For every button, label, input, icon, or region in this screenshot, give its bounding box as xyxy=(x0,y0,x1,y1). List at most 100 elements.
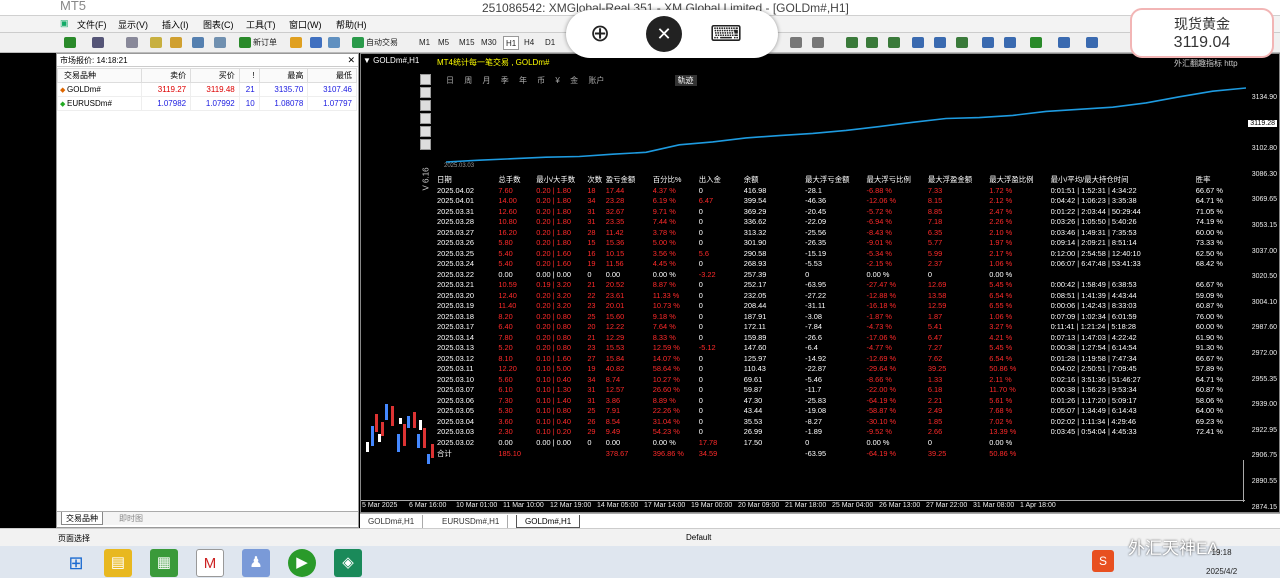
close-icon[interactable]: ✕ xyxy=(347,54,355,67)
stats-cell: 2.30 xyxy=(498,427,513,437)
signals-icon[interactable] xyxy=(310,37,322,48)
cursor-icon[interactable] xyxy=(790,37,802,48)
apps-icon[interactable]: ▦ xyxy=(150,549,178,577)
stats-col-header: 百分比% xyxy=(652,175,682,184)
zoom-in-chart-icon[interactable] xyxy=(912,37,924,48)
stats-cell: 9.18 % xyxy=(652,311,676,321)
tf-d1[interactable]: D1 xyxy=(545,36,555,50)
taskbar-clock: 19:18 2025/4/2 xyxy=(1206,548,1237,576)
keyboard-icon[interactable]: ⌨ xyxy=(708,16,744,52)
side-button-icon[interactable] xyxy=(420,100,431,111)
indicators-icon[interactable] xyxy=(1030,37,1042,48)
tf-m1[interactable]: M1 xyxy=(419,36,430,50)
stats-cell: 0 xyxy=(698,185,703,195)
templates-icon[interactable] xyxy=(1086,37,1098,48)
player-app-icon[interactable]: ▶ xyxy=(288,549,316,577)
menu-file[interactable]: 文件(F) xyxy=(77,18,107,31)
tab-tick-chart[interactable]: 即时图 xyxy=(115,512,147,525)
line-tools-icon[interactable] xyxy=(812,37,824,48)
stats-cell: 6.47 xyxy=(698,196,714,206)
profiles-icon[interactable] xyxy=(92,37,104,48)
zoom-in-icon[interactable]: ⊕ xyxy=(582,16,618,52)
col-ask[interactable]: 买价 xyxy=(190,68,240,83)
menu-charts[interactable]: 图表(C) xyxy=(203,18,234,31)
autoscroll-icon[interactable] xyxy=(982,37,994,48)
stats-cell: 7.30 xyxy=(498,395,513,405)
price-tick-label: 2972.00 xyxy=(1251,350,1277,357)
new-chart-icon[interactable] xyxy=(64,37,76,48)
auto-trading-icon[interactable] xyxy=(352,37,364,48)
market-icon[interactable] xyxy=(328,37,340,48)
navigator-icon[interactable] xyxy=(170,37,182,48)
stats-cell: 0 xyxy=(698,259,703,269)
stats-cell: 17.50 xyxy=(743,437,763,447)
side-button-icon[interactable] xyxy=(420,87,431,98)
stats-row: 2025.03.24 5.40 0.20 | 1.60 19 11.56 4.45 % 0 2… xyxy=(437,259,1247,270)
auto-trading-button[interactable]: 自动交易 xyxy=(366,36,398,50)
mt5-app-icon[interactable]: ◈ xyxy=(334,549,362,577)
side-button-icon[interactable] xyxy=(420,113,431,124)
windows-start-icon[interactable]: ⊞ xyxy=(62,549,90,577)
tab-symbols[interactable]: 交易品种 xyxy=(61,512,103,525)
menu-view[interactable]: 显示(V) xyxy=(118,18,148,31)
stats-cell: 2025.03.10 xyxy=(437,374,474,384)
periods-icon[interactable] xyxy=(1058,37,1070,48)
side-button-icon[interactable] xyxy=(420,139,431,150)
chart-tab[interactable]: EURUSDm#,H1 xyxy=(434,515,509,528)
tf-m15[interactable]: M15 xyxy=(459,36,475,50)
tf-m5[interactable]: M5 xyxy=(438,36,449,50)
side-button-icon[interactable] xyxy=(420,74,431,85)
terminal-icon[interactable] xyxy=(192,37,204,48)
stats-row: 2025.03.04 3.60 0.10 | 0.40 26 8.54 31.04 % 0 3… xyxy=(437,416,1247,427)
new-order-button[interactable]: 新订单 xyxy=(253,36,277,50)
stats-cell: -12.69 % xyxy=(866,353,897,363)
bar-chart-icon[interactable] xyxy=(846,37,858,48)
spot-gold-price: 3119.04 xyxy=(1173,34,1231,51)
stats-col-header: 总手数 xyxy=(498,175,521,184)
quote-row[interactable]: ◆ GOLDm# 3119.27 3119.48 21 3135.70 3107.… xyxy=(56,82,357,97)
zoom-out-chart-icon[interactable] xyxy=(934,37,946,48)
stats-cell: 47.30 xyxy=(743,395,763,405)
stats-cell: -27.22 xyxy=(805,290,827,300)
tf-h1[interactable]: H1 xyxy=(503,36,520,50)
side-button-icon[interactable] xyxy=(420,126,431,137)
new-order-icon[interactable] xyxy=(239,37,251,48)
stats-cell xyxy=(1196,437,1247,448)
candle-chart-icon[interactable] xyxy=(866,37,878,48)
tester-icon[interactable] xyxy=(214,37,226,48)
line-chart-icon[interactable] xyxy=(888,37,900,48)
remote-desktop-icon[interactable]: ✕ xyxy=(646,16,682,52)
favorites-icon[interactable] xyxy=(150,37,162,48)
col-symbol[interactable]: 交易品种 xyxy=(56,68,143,83)
chart-tab-active[interactable]: GOLDm#,H1 xyxy=(516,515,581,528)
stats-cell: 11.70 % xyxy=(989,385,1016,395)
tile-windows-icon[interactable] xyxy=(956,37,968,48)
quote-high: 1.08078 xyxy=(258,96,309,111)
metaeditor-icon[interactable] xyxy=(290,37,302,48)
menu-window[interactable]: 窗口(W) xyxy=(289,18,322,31)
col-bid[interactable]: 卖价 xyxy=(141,68,192,83)
col-spread[interactable]: ! xyxy=(238,68,260,83)
col-high[interactable]: 最高 xyxy=(258,68,309,83)
chart-tab[interactable]: GOLDm#,H1 xyxy=(360,515,424,528)
menu-insert[interactable]: 插入(I) xyxy=(162,18,189,31)
tf-h4[interactable]: H4 xyxy=(524,36,534,50)
input-method-icon[interactable]: S xyxy=(1092,550,1114,572)
stats-row: 2025.03.27 16.20 0.20 | 1.80 28 11.42 3.78 % 0… xyxy=(437,227,1247,238)
time-tick-label: 12 Mar 19:00 xyxy=(550,502,592,509)
chart-shift-icon[interactable] xyxy=(1004,37,1016,48)
stats-cell: 0.00 xyxy=(605,437,621,447)
notes-app-icon[interactable]: ▤ xyxy=(104,549,132,577)
menu-help[interactable]: 帮助(H) xyxy=(336,18,367,31)
app-icon[interactable]: ▣ xyxy=(60,18,69,29)
stats-cell: -26.6 xyxy=(805,332,822,342)
col-low[interactable]: 最低 xyxy=(307,68,357,83)
quote-row[interactable]: ◆ EURUSDm# 1.07982 1.07992 10 1.08078 1.0… xyxy=(56,96,357,111)
user-app-icon[interactable]: ♟ xyxy=(242,549,270,577)
stats-cell: -5.46 xyxy=(805,374,822,384)
crosshair-icon[interactable] xyxy=(126,37,138,48)
mail-app-icon[interactable]: M xyxy=(196,549,224,577)
stats-cell: 0:03:45 | 0:54:04 | 4:45:33 xyxy=(1050,427,1137,437)
menu-tools[interactable]: 工具(T) xyxy=(246,18,276,31)
tf-m30[interactable]: M30 xyxy=(481,36,497,50)
